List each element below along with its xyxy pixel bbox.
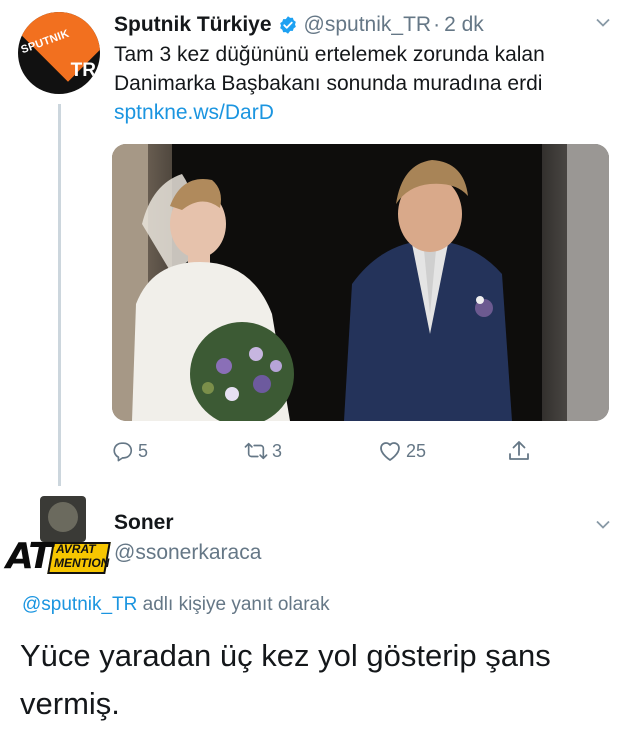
tweet-text: Tam 3 kez düğününü ertelemek zorunda kal… — [114, 40, 584, 127]
reply-icon — [112, 440, 134, 462]
avatar-silhouette — [48, 502, 78, 532]
tweet-sputnik[interactable]: SPUTNIK TR Sputnik Türkiye @sputnik_TR ·… — [0, 0, 635, 490]
reply-mention-link[interactable]: @sputnik_TR — [22, 594, 137, 615]
tweet-time[interactable]: 2 dk — [444, 12, 484, 38]
replying-to: @sputnik_TR adlı kişiye yanıt olarak — [22, 592, 330, 618]
avatar-logo-sub: TR — [70, 60, 96, 81]
reply-count: 5 — [138, 440, 149, 461]
tweet-photo[interactable] — [112, 144, 609, 421]
avatar-sputnik[interactable]: SPUTNIK TR — [18, 12, 100, 94]
sticker-main-text: AT — [6, 536, 53, 577]
like-button[interactable]: 25 — [378, 436, 426, 466]
reply-author-name[interactable]: Soner — [114, 510, 174, 536]
author-handle[interactable]: @sputnik_TR — [304, 12, 432, 38]
verified-badge-icon — [278, 15, 298, 35]
wedding-photo-image — [112, 144, 609, 421]
tweet-reply[interactable]: AT AVRAT MENTION Soner @ssonerkaraca @sp… — [0, 492, 635, 746]
like-icon — [378, 440, 402, 462]
reply-text: Yüce yaradan üç kez yol gösterip şans ve… — [20, 638, 551, 721]
retweet-button[interactable]: 3 — [244, 436, 282, 466]
retweet-icon — [244, 440, 268, 462]
reply-button[interactable]: 5 — [112, 436, 148, 466]
time-separator: · — [433, 13, 441, 36]
share-icon — [508, 439, 530, 463]
chevron-down-icon[interactable] — [596, 520, 610, 530]
tweet-actions: 5 3 25 — [112, 436, 542, 466]
author-name[interactable]: Sputnik Türkiye — [114, 12, 272, 38]
chevron-down-icon[interactable] — [596, 18, 610, 28]
retweet-count: 3 — [272, 440, 283, 461]
thread-line — [58, 104, 61, 486]
reply-to-label: adlı kişiye yanıt olarak — [137, 594, 330, 615]
share-button[interactable] — [508, 436, 530, 466]
sticker-line2: MENTION — [54, 556, 110, 570]
tweet-link[interactable]: sptnkne.ws/DarD — [114, 101, 274, 124]
like-count: 25 — [406, 440, 427, 461]
avatar-sticker: AT AVRAT MENTION — [6, 536, 111, 582]
reply-author-handle[interactable]: @ssonerkaraca — [114, 540, 261, 566]
tweet-header: Sputnik Türkiye @sputnik_TR · 2 dk — [114, 12, 484, 38]
tweet-body: Tam 3 kez düğününü ertelemek zorunda kal… — [114, 43, 545, 95]
sticker-line1: AVRAT — [56, 542, 96, 556]
